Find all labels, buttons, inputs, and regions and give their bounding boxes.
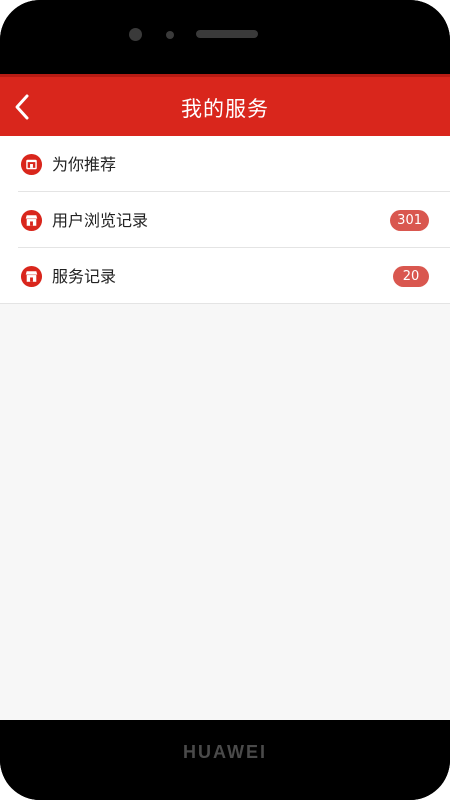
phone-frame: 我的服务 为你推荐 用户浏览记录 301 服务记录 20 HUAWEI [0,0,450,800]
page-title: 我的服务 [181,97,269,121]
brand-logo: HUAWEI [183,742,267,762]
front-camera [129,28,142,41]
list-item-recommend[interactable]: 为你推荐 [0,136,450,192]
shop-icon [20,153,43,176]
app-header: 我的服务 [0,74,450,136]
list-item-label: 为你推荐 [52,155,117,174]
count-badge: 20 [393,266,429,287]
divider [0,303,450,304]
phone-bottom-bezel: HUAWEI [0,720,450,800]
list-item-label: 用户浏览记录 [52,211,149,230]
phone-top-bezel [0,0,450,74]
service-list: 为你推荐 用户浏览记录 301 服务记录 20 [0,136,450,304]
shop-icon [20,209,43,232]
list-item-service-history[interactable]: 服务记录 20 [0,248,450,304]
app-screen: 我的服务 为你推荐 用户浏览记录 301 服务记录 20 [0,74,450,720]
list-item-browse-history[interactable]: 用户浏览记录 301 [0,192,450,248]
count-badge: 301 [390,210,429,231]
list-item-label: 服务记录 [52,267,117,286]
earpiece-speaker [196,30,258,38]
proximity-sensor [166,31,174,39]
shop-icon [20,265,43,288]
